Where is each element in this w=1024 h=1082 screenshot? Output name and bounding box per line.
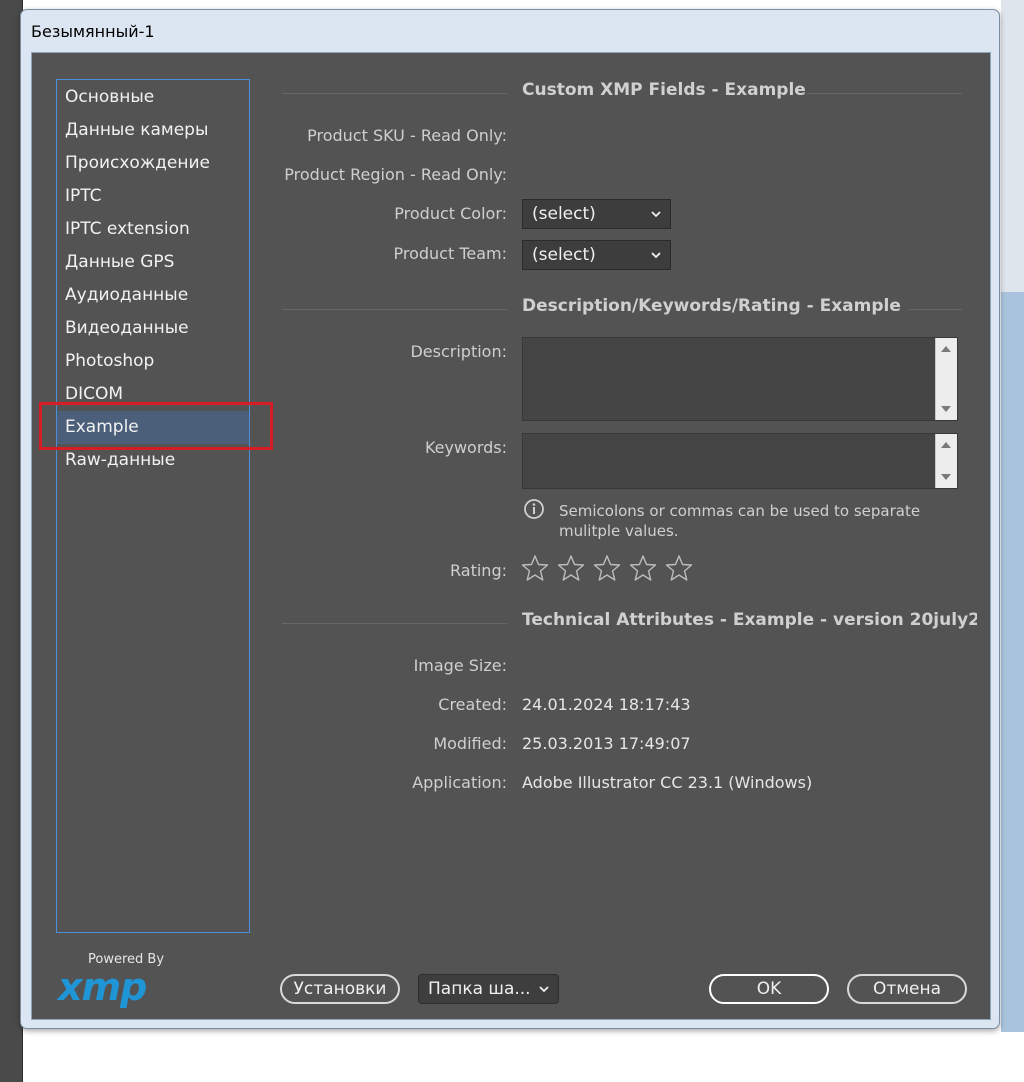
section-divider — [807, 93, 962, 94]
chevron-down-icon — [651, 211, 661, 218]
product-team-label: Product Team: — [393, 244, 507, 263]
keywords-textarea[interactable] — [522, 433, 958, 489]
keywords-hint: Semicolons or commas can be used to sepa… — [559, 502, 921, 540]
modified-label: Modified: — [433, 734, 507, 753]
background-area — [1001, 0, 1024, 292]
section-title-technical: Technical Attributes - Example - version… — [522, 610, 977, 630]
chevron-down-icon — [539, 986, 549, 993]
star-4-icon[interactable] — [629, 554, 657, 582]
background-area-lower — [1001, 292, 1024, 1032]
nav-item-photoshop[interactable]: Photoshop — [57, 345, 249, 378]
section-divider — [909, 309, 962, 310]
nav-item-iptc[interactable]: IPTC — [57, 180, 249, 213]
description-textarea[interactable] — [522, 337, 958, 421]
nav-item-iptc-extension[interactable]: IPTC extension — [57, 213, 249, 246]
ok-button[interactable]: OK — [709, 974, 829, 1004]
modified-value: 25.03.2013 17:49:07 — [522, 734, 691, 753]
section-title-custom-xmp: Custom XMP Fields - Example — [522, 80, 806, 100]
file-info-dialog: Безымянный-1 Основные Данные камеры Прои… — [20, 9, 1000, 1029]
scroll-down-icon[interactable] — [941, 474, 951, 480]
scroll-down-icon[interactable] — [941, 406, 951, 412]
star-3-icon[interactable] — [593, 554, 621, 582]
application-value: Adobe Illustrator CC 23.1 (Windows) — [522, 773, 813, 792]
selection-highlight-annotation — [39, 402, 273, 450]
section-title-description: Description/Keywords/Rating - Example — [522, 296, 901, 316]
created-label: Created: — [438, 695, 507, 714]
section-title-clip: Technical Attributes - Example - version… — [522, 609, 977, 635]
application-label: Application: — [412, 773, 507, 792]
scroll-up-icon[interactable] — [941, 346, 951, 352]
keywords-scrollbar[interactable] — [935, 434, 957, 488]
nav-item-origin[interactable]: Происхождение — [57, 147, 249, 180]
section-divider — [282, 309, 507, 310]
chevron-down-icon — [651, 252, 661, 259]
settings-button[interactable]: Установки — [280, 974, 400, 1004]
product-color-label: Product Color: — [394, 204, 507, 223]
dialog-content: Основные Данные камеры Происхождение IPT… — [31, 52, 991, 1020]
keywords-label: Keywords: — [424, 438, 507, 457]
product-team-select[interactable]: (select) — [522, 240, 671, 270]
nav-item-camera-data[interactable]: Данные камеры — [57, 114, 249, 147]
nav-item-video-data[interactable]: Видеоданные — [57, 312, 249, 345]
star-1-icon[interactable] — [521, 554, 549, 582]
product-team-value: (select) — [532, 245, 596, 265]
product-sku-label: Product SKU - Read Only: — [307, 126, 507, 145]
product-region-label: Product Region - Read Only: — [284, 165, 507, 184]
product-color-select[interactable]: (select) — [522, 199, 671, 229]
cancel-button[interactable]: Отмена — [847, 974, 967, 1004]
section-divider — [282, 623, 507, 624]
description-scrollbar[interactable] — [935, 338, 957, 420]
scroll-up-icon[interactable] — [941, 442, 951, 448]
xmp-logo: xmp — [58, 965, 147, 1009]
template-folder-dropdown[interactable]: Папка ша... — [418, 974, 559, 1004]
nav-item-gps-data[interactable]: Данные GPS — [57, 246, 249, 279]
category-list[interactable]: Основные Данные камеры Происхождение IPT… — [56, 79, 250, 933]
image-size-label: Image Size: — [413, 656, 507, 675]
created-value: 24.01.2024 18:17:43 — [522, 695, 691, 714]
window-title: Безымянный-1 — [31, 22, 155, 41]
rating-label: Rating: — [450, 561, 507, 580]
product-color-value: (select) — [532, 204, 596, 224]
nav-item-audio-data[interactable]: Аудиоданные — [57, 279, 249, 312]
description-label: Description: — [410, 342, 507, 361]
star-2-icon[interactable] — [557, 554, 585, 582]
star-5-icon[interactable] — [665, 554, 693, 582]
info-icon — [524, 499, 544, 519]
nav-item-basic[interactable]: Основные — [57, 81, 249, 114]
section-divider — [282, 93, 507, 94]
template-folder-label: Папка ша... — [428, 979, 531, 999]
